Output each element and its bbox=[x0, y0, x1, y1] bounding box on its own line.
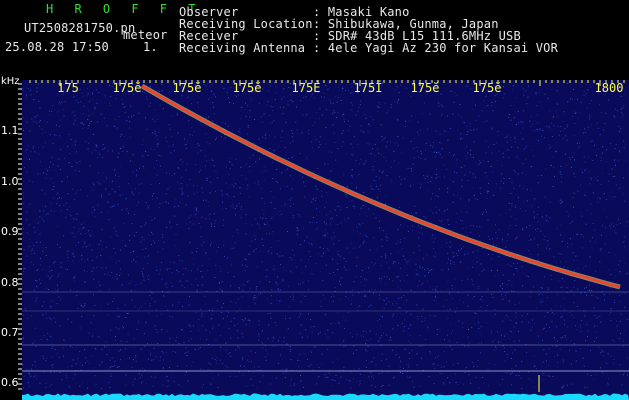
frequency-tick-label: 0.7 bbox=[1, 326, 19, 339]
antenna-label: Receiving Antenna bbox=[179, 41, 306, 55]
frequency-tick-label: 0.8 bbox=[1, 276, 19, 289]
frequency-tick-label: 0.6 bbox=[1, 376, 19, 389]
spectrogram-view[interactable]: 175 175ĕ 175ĕ 175ĕ 175Ė 175Ī 175ĕ 175ĕ 1800 kHz1… bbox=[0, 0, 629, 400]
frequency-unit-label: kHz bbox=[1, 76, 20, 87]
frequency-axis: kHz 1.1 1.0 0.9 0.8 0.7 0.6 bbox=[1, 76, 22, 390]
time-tick-label: 175ĕ bbox=[233, 81, 262, 95]
frequency-tick-label: 0.9 bbox=[1, 225, 19, 238]
capture-filename: UT2508281750.pn bbox=[24, 21, 136, 35]
time-tick-label: 175ĕ bbox=[473, 81, 502, 95]
capture-datetime: 25.08.28 17:50 bbox=[5, 40, 109, 54]
antenna-value: : 4ele Yagi Az 230 for Kansai VOR bbox=[313, 41, 559, 55]
time-tick-label: 1800 bbox=[595, 81, 624, 95]
time-tick-label: 175ĕ bbox=[113, 81, 142, 95]
time-tick-label: 175Ī bbox=[354, 81, 383, 95]
frequency-tick-label: 1.0 bbox=[1, 175, 19, 188]
capture-index: 1. bbox=[143, 40, 158, 54]
time-tick-label: 175ĕ bbox=[411, 81, 440, 95]
time-tick-label: 175ĕ bbox=[173, 81, 202, 95]
frequency-tick-label: 1.1 bbox=[1, 124, 19, 137]
hrofft-window: 175 175ĕ 175ĕ 175ĕ 175Ė 175Ī 175ĕ 175ĕ 1800 kHz 1… bbox=[0, 0, 629, 400]
